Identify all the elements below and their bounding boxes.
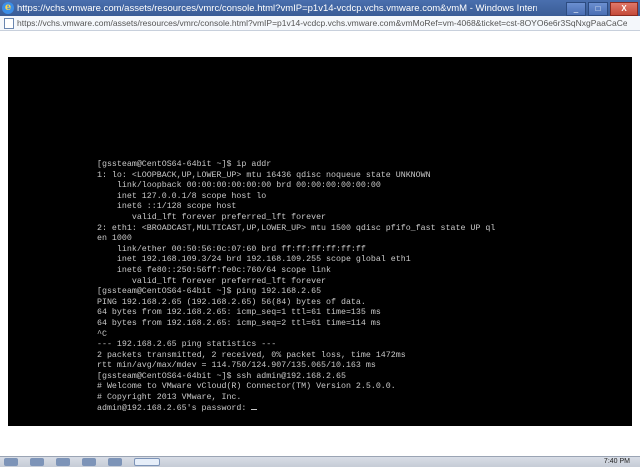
terminal-line: # Copyright 2013 VMware, Inc. — [97, 393, 242, 403]
terminal-line: ^C — [97, 329, 107, 339]
terminal-line: [gssteam@CentOS64-64bit ~]$ ssh admin@19… — [97, 371, 346, 381]
terminal-line: 1: lo: <LOOPBACK,UP,LOWER_UP> mtu 16436 … — [97, 170, 431, 180]
maximize-button[interactable]: □ — [588, 2, 608, 16]
terminal-line: inet 127.0.0.1/8 scope host lo — [97, 191, 267, 201]
terminal-prompt[interactable]: admin@192.168.2.65's password: — [97, 404, 251, 413]
taskbar-app-icon[interactable] — [30, 458, 44, 466]
address-bar[interactable]: https://vchs.vmware.com/assets/resources… — [0, 16, 640, 31]
start-button[interactable] — [4, 458, 18, 466]
terminal-line: inet6 fe80::250:56ff:fe0c:760/64 scope l… — [97, 265, 332, 275]
terminal-line: inet 192.168.109.3/24 brd 192.168.109.25… — [97, 255, 411, 265]
window-controls: _ □ X — [566, 2, 638, 16]
taskbar-app-icon[interactable] — [108, 458, 122, 466]
terminal-line: valid_lft forever preferred_lft forever — [97, 276, 327, 286]
terminal-line: --- 192.168.2.65 ping statistics --- — [97, 340, 277, 350]
terminal-line: 2: eth1: <BROADCAST,MULTICAST,UP,LOWER_U… — [97, 223, 496, 233]
taskbar-app-icon[interactable] — [56, 458, 70, 466]
window-title: https://vchs.vmware.com/assets/resources… — [17, 2, 537, 14]
terminal-line: 2 packets transmitted, 2 received, 0% pa… — [97, 350, 406, 360]
terminal-line: # Welcome to VMware vCloud(R) Connector(… — [97, 382, 396, 392]
terminal-line: [gssteam@CentOS64-64bit ~]$ ping 192.168… — [97, 287, 322, 297]
taskbar: 7:40 PM — [0, 456, 640, 467]
terminal-line: en 1000 — [97, 234, 132, 244]
minimize-button[interactable]: _ — [566, 2, 586, 16]
window-titlebar[interactable]: e https://vchs.vmware.com/assets/resourc… — [0, 0, 640, 16]
terminal-line: link/ether 00:50:56:0c:07:60 brd ff:ff:f… — [97, 244, 366, 254]
terminal-line: [gssteam@CentOS64-64bit ~]$ ip addr — [97, 160, 272, 169]
terminal-line: 64 bytes from 192.168.2.65: icmp_seq=2 t… — [97, 318, 381, 328]
terminal-line: valid_lft forever preferred_lft forever — [97, 212, 327, 222]
terminal-line: inet6 ::1/128 scope host — [97, 202, 237, 212]
terminal-line: PING 192.168.2.65 (192.168.2.65) 56(84) … — [97, 297, 366, 307]
terminal-line: link/loopback 00:00:00:00:00:00 brd 00:0… — [97, 181, 381, 191]
terminal-line: rtt min/avg/max/mdev = 114.750/124.907/1… — [97, 361, 376, 371]
close-button[interactable]: X — [610, 2, 638, 16]
internet-explorer-icon: e — [2, 2, 14, 14]
vm-console[interactable]: [gssteam@CentOS64-64bit ~]$ ip addr 1: l… — [8, 57, 632, 426]
page-content: [gssteam@CentOS64-64bit ~]$ ip addr 1: l… — [0, 31, 640, 456]
taskbar-app-icon[interactable] — [82, 458, 96, 466]
terminal-line: 64 bytes from 192.168.2.65: icmp_seq=1 t… — [97, 308, 381, 318]
address-url[interactable]: https://vchs.vmware.com/assets/resources… — [17, 18, 627, 28]
terminal-cursor — [251, 408, 258, 410]
taskbar-ie-window[interactable] — [134, 458, 160, 466]
terminal-output: [gssteam@CentOS64-64bit ~]$ ip addr 1: l… — [97, 160, 495, 414]
page-icon — [4, 17, 14, 29]
